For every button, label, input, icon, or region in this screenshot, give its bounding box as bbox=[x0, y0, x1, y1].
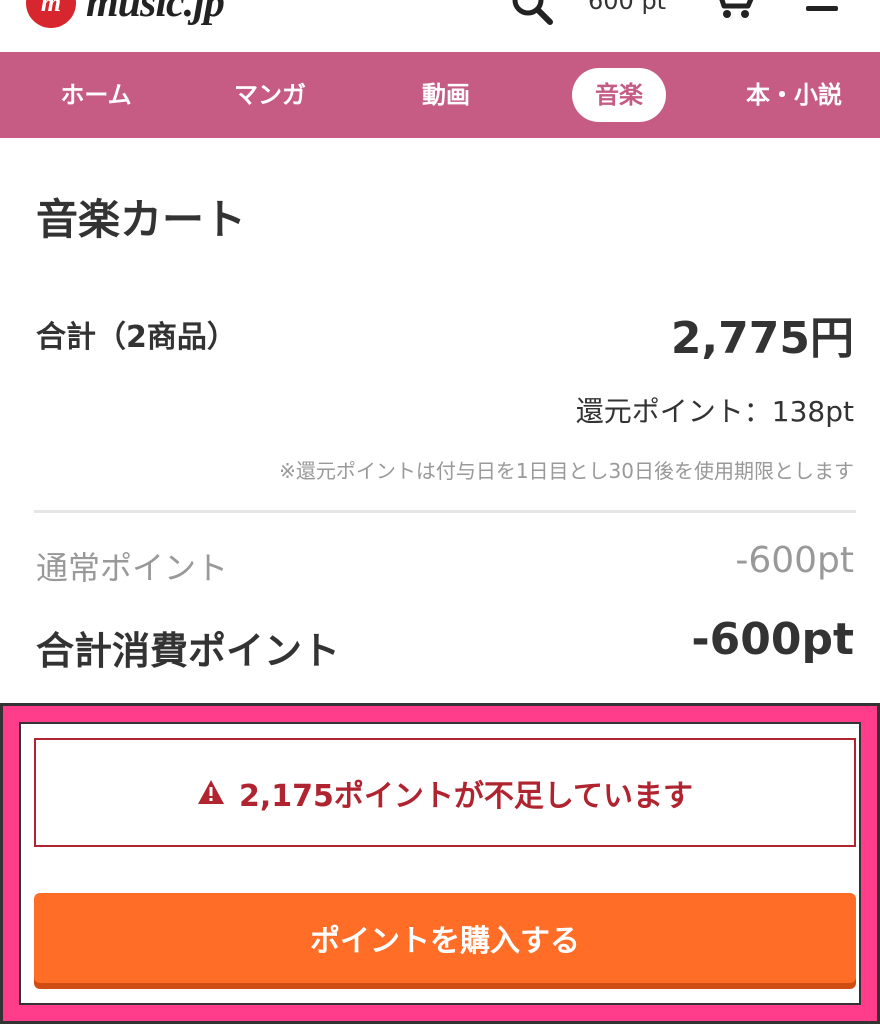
logo-mark: m bbox=[26, 0, 76, 28]
nav-item-books[interactable]: 本・小説 bbox=[732, 68, 856, 122]
warning-text: 2,175ポイントが不足しています bbox=[239, 778, 693, 814]
total-consume-label: 合計消費ポイント bbox=[36, 629, 341, 673]
total-consume-value: -600pt bbox=[691, 614, 854, 665]
nav-item-home[interactable]: ホーム bbox=[40, 68, 152, 122]
reward-points: 還元ポイント：138pt bbox=[575, 395, 854, 428]
reward-note: ※還元ポイントは付与日を1日目とし30日後を使用期限とします bbox=[279, 459, 854, 483]
search-icon[interactable] bbox=[510, 0, 554, 26]
total-label: 合計（2商品） bbox=[36, 320, 237, 355]
nav-item-music[interactable]: 音楽 bbox=[572, 68, 666, 122]
cart-icon[interactable] bbox=[708, 0, 758, 20]
insufficient-points-alert: 2,175ポイントが不足しています bbox=[34, 738, 856, 847]
normal-points-value: -600pt bbox=[735, 540, 854, 581]
nav-item-video[interactable]: 動画 bbox=[390, 68, 502, 122]
divider bbox=[34, 510, 856, 513]
points-balance[interactable]: 600 pt bbox=[588, 0, 666, 15]
total-price: 2,775円 bbox=[670, 313, 854, 364]
menu-icon[interactable] bbox=[804, 0, 840, 14]
warning-triangle-icon bbox=[198, 779, 224, 804]
site-logo[interactable]: m music.jp bbox=[26, 0, 225, 28]
normal-points-label: 通常ポイント bbox=[36, 549, 229, 587]
buy-points-button[interactable]: ポイントを購入する bbox=[34, 893, 856, 983]
buy-points-label: ポイントを購入する bbox=[310, 924, 580, 959]
logo-text: music.jp bbox=[86, 0, 225, 26]
nav-item-manga[interactable]: マンガ bbox=[214, 68, 326, 122]
category-nav: ホーム マンガ 動画 音楽 本・小説 bbox=[0, 52, 880, 138]
site-header: m music.jp 600 pt bbox=[0, 0, 880, 52]
page-title: 音楽カート bbox=[36, 195, 247, 244]
